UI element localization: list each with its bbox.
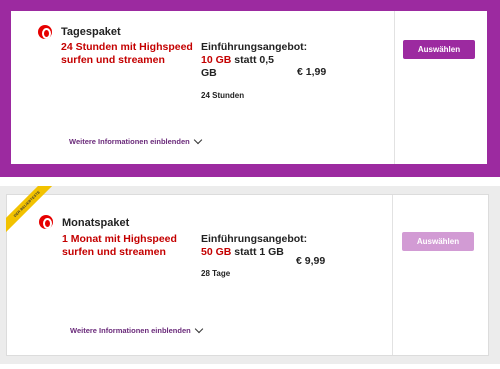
plan-card-body: Monatspaket 1 Monat mit Highspeed surfen… (6, 194, 489, 356)
chevron-down-icon (193, 135, 202, 145)
plan-card-monatspaket[interactable]: Monatspaket 1 Monat mit Highspeed surfen… (0, 186, 500, 364)
more-info-label: Weitere Informationen einblenden (70, 326, 191, 335)
card-divider (392, 195, 393, 355)
offer-rest: statt 0,5 (231, 54, 274, 66)
offer-rest-2: GB (201, 67, 217, 79)
popular-ribbon-label: DER BELIEBTESTE (6, 186, 52, 232)
offer-label: Einführungsangebot: (201, 233, 308, 245)
offer-volume: 50 GB (201, 246, 232, 258)
plan-offer: Einführungsangebot: 10 GB statt 0,5 GB (201, 41, 308, 80)
plan-duration: 24 Stunden (201, 91, 245, 100)
plan-title: Monatspaket (62, 217, 130, 229)
plan-speed-line-2: surfen und streamen (61, 54, 165, 66)
plan-offer: Einführungsangebot: 50 GB statt 1 GB (201, 233, 308, 259)
plan-title: Tagespaket (61, 26, 121, 38)
plan-price: € 1,99 (297, 66, 327, 78)
plan-card-body: Tagespaket 24 Stunden mit Highspeed surf… (11, 11, 487, 164)
card-divider (394, 11, 395, 164)
offer-volume: 10 GB (201, 54, 232, 66)
popular-ribbon: DER BELIEBTESTE (6, 186, 52, 232)
plan-card-tagespaket-selected[interactable]: Tagespaket 24 Stunden mit Highspeed surf… (0, 0, 500, 177)
plan-duration: 28 Tage (201, 269, 231, 278)
offer-label: Einführungsangebot: (201, 41, 308, 53)
more-info-label: Weitere Informationen einblenden (69, 137, 190, 146)
chevron-down-icon (194, 324, 203, 334)
offer-rest: statt 1 GB (231, 246, 284, 258)
select-button[interactable]: Auswählen (403, 40, 475, 59)
plan-speed-line-2: surfen und streamen (62, 246, 166, 258)
plan-speed-line-1: 1 Monat mit Highspeed (62, 233, 177, 245)
vodafone-logo-icon (38, 25, 52, 39)
select-button[interactable]: Auswählen (402, 232, 474, 251)
plan-speed-description: 1 Monat mit Highspeed surfen und streame… (62, 233, 202, 259)
plan-speed-description: 24 Stunden mit Highspeed surfen und stre… (61, 41, 201, 67)
plan-speed-line-1: 24 Stunden mit Highspeed (61, 41, 193, 53)
more-info-toggle[interactable]: Weitere Informationen einblenden (69, 135, 202, 146)
more-info-toggle[interactable]: Weitere Informationen einblenden (70, 324, 203, 335)
plan-price: € 9,99 (296, 255, 326, 267)
